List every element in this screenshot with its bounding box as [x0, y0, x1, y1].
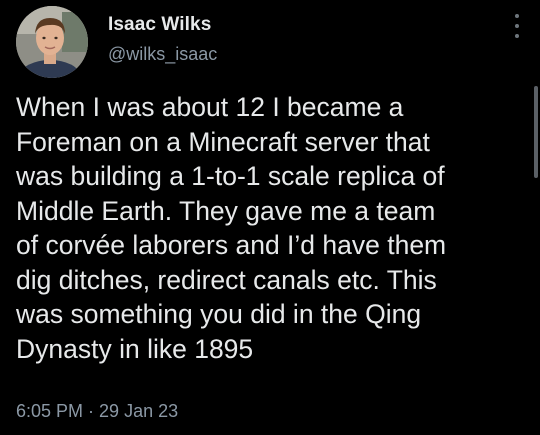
avatar-image	[16, 6, 88, 78]
more-dot	[515, 14, 519, 18]
tweet-text-line: was building a 1-to-1 scale replica of	[16, 161, 445, 191]
scrollbar[interactable]	[534, 86, 538, 178]
tweet-text-line: Middle Earth. They gave me a team	[16, 195, 436, 226]
tweet-text-line: Dynasty in like 1895	[16, 333, 254, 364]
tweet-text-line: of corvée laborers and I’d have them	[16, 230, 447, 260]
tweet-timestamp[interactable]: 6:05 PM · 29 Jan 23	[16, 401, 178, 422]
more-dot	[515, 34, 519, 38]
author-handle[interactable]: @wilks_isaac	[108, 44, 217, 65]
tweet-text: When I was about 12 I became a Foreman o…	[16, 90, 526, 366]
tweet-text-line: dig ditches, redirect canals etc. This	[16, 264, 437, 295]
tweet-text-line: Foreman on a Minecraft server that	[16, 126, 430, 157]
tweet-text-line: When I was about 12 I became a	[16, 92, 404, 122]
tweet-text-line: was something you did in the Qing	[16, 299, 422, 329]
author-display-name[interactable]: Isaac Wilks	[108, 14, 211, 36]
tweet-card: Isaac Wilks @wilks_isaac When I was abou…	[0, 0, 540, 435]
timestamp-separator: ·	[83, 401, 100, 421]
more-vertical-icon[interactable]	[514, 14, 520, 38]
avatar[interactable]	[16, 6, 88, 78]
more-dot	[515, 24, 519, 28]
tweet-time: 6:05 PM	[16, 401, 84, 421]
tweet-date: 29 Jan 23	[99, 401, 179, 421]
